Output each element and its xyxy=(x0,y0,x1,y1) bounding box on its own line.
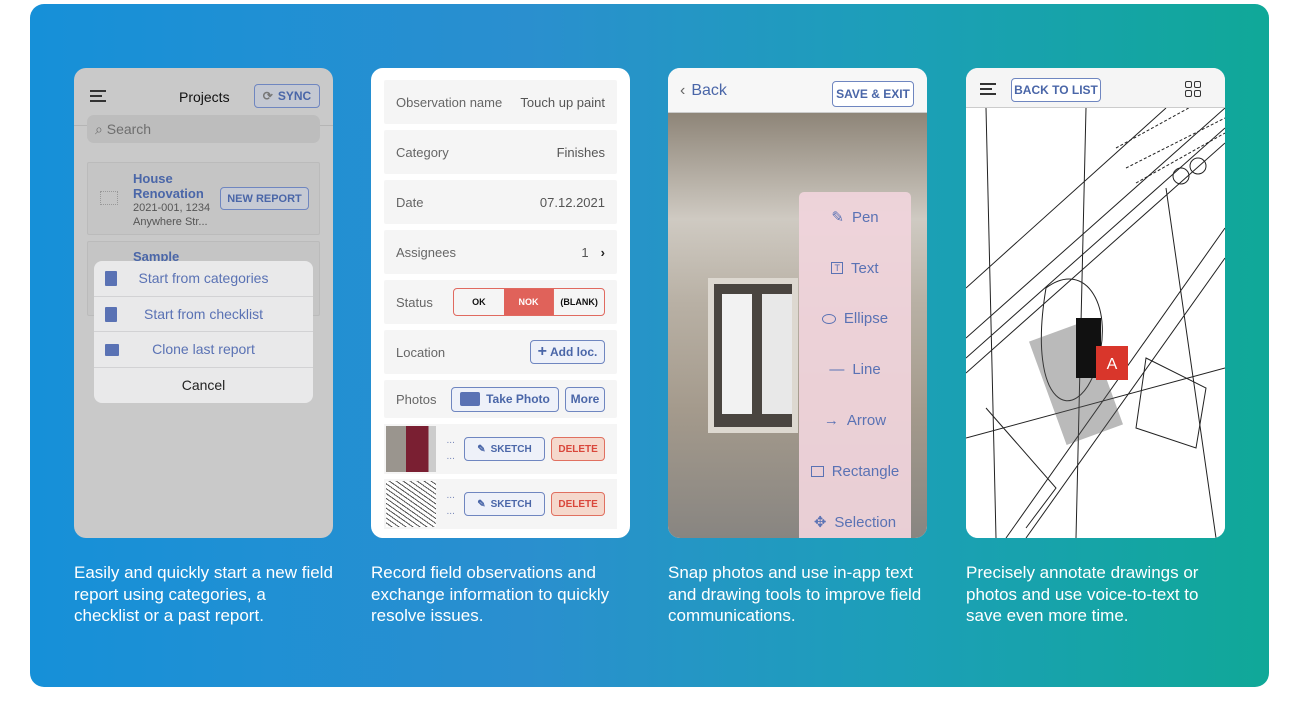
header: ‹ Back SAVE & EXIT xyxy=(668,68,927,113)
clone-last-report[interactable]: Clone last report xyxy=(94,332,313,368)
drawing-viewer: BACK TO LIST A xyxy=(966,68,1225,538)
checklist-icon xyxy=(105,306,117,322)
delete-button[interactable]: DELETE xyxy=(551,492,605,516)
menu-icon[interactable] xyxy=(980,83,996,95)
photo-item: ...... ✎ SKETCH DELETE xyxy=(384,479,617,529)
marker-icon: ✎ xyxy=(477,498,486,510)
tool-arrow[interactable]: → Arrow xyxy=(799,395,911,446)
photo-thumbnail[interactable] xyxy=(386,426,436,472)
photo-item: ...... ✎ SKETCH DELETE xyxy=(384,424,617,474)
header: BACK TO LIST xyxy=(966,68,1225,108)
sketch-button[interactable]: ✎ SKETCH xyxy=(463,437,546,461)
take-photo-button[interactable]: Take Photo xyxy=(451,386,559,412)
tool-selection[interactable]: ✥ Selection xyxy=(799,497,911,538)
annotation-marker[interactable]: A xyxy=(1107,356,1118,373)
sketch-button[interactable]: ✎ SKETCH xyxy=(463,492,546,516)
search-icon: ⌕ xyxy=(95,121,107,137)
save-exit-button[interactable]: SAVE & EXIT xyxy=(832,81,914,107)
project-address: Anywhere Str... xyxy=(133,216,208,228)
start-from-checklist[interactable]: Start from checklist xyxy=(94,297,313,332)
menu-icon[interactable] xyxy=(90,90,106,102)
document-icon xyxy=(105,271,117,286)
status-ok[interactable]: OK xyxy=(454,289,504,315)
drawing-thumbnail[interactable] xyxy=(386,481,436,527)
status-toggle[interactable]: OK NOK (BLANK) xyxy=(453,288,605,316)
back-button[interactable]: ‹ Back xyxy=(680,82,727,100)
plus-icon: + xyxy=(537,343,547,360)
more-button[interactable]: More xyxy=(565,386,605,412)
move-icon: ✥ xyxy=(813,514,827,532)
photo-editor: ‹ Back SAVE & EXIT ✎ Pen T Text Ellipse — Li… xyxy=(668,68,927,538)
cancel-button[interactable]: Cancel xyxy=(94,368,313,404)
status-nok[interactable]: NOK xyxy=(503,289,554,315)
field-date[interactable]: Date 07.12.2021 xyxy=(384,180,617,224)
action-sheet: Start from categories Start from checkli… xyxy=(94,261,313,403)
sync-icon: ⟳ xyxy=(262,89,273,103)
search-input[interactable]: ⌕ Search xyxy=(87,115,320,143)
tool-text[interactable]: T Text xyxy=(799,243,911,294)
delete-button[interactable]: DELETE xyxy=(551,437,605,461)
start-from-categories[interactable]: Start from categories xyxy=(94,261,313,297)
caption-2: Record field observations and exchange i… xyxy=(371,563,610,625)
pen-icon: ✎ xyxy=(831,209,844,227)
line-icon: — xyxy=(829,361,845,379)
caption-1: Easily and quickly start a new field rep… xyxy=(74,563,333,625)
building-icon xyxy=(100,191,118,205)
field-category[interactable]: Category Finishes xyxy=(384,130,617,174)
chevron-right-icon: › xyxy=(600,244,605,260)
project-card[interactable]: House Renovation 2021-001, 1234 Anywhere… xyxy=(87,162,320,235)
tool-line[interactable]: — Line xyxy=(799,344,911,395)
project-number: 2021-001, 1234 xyxy=(133,202,211,214)
field-observation-name[interactable]: Observation name Touch up paint xyxy=(384,80,617,124)
tool-rectangle[interactable]: Rectangle xyxy=(799,446,911,497)
clone-icon xyxy=(105,344,119,356)
caption-3: Snap photos and use in-app text and draw… xyxy=(668,563,922,625)
arrow-icon: → xyxy=(823,412,839,430)
tool-ellipse[interactable]: Ellipse xyxy=(799,294,911,345)
grid-icon[interactable] xyxy=(1185,81,1201,97)
rectangle-icon xyxy=(810,465,824,477)
drawing-tools-menu: ✎ Pen T Text Ellipse — Line → Arrow Rectangl… xyxy=(799,192,911,538)
field-location: Location + Add loc. xyxy=(384,330,617,374)
site-plan-drawing[interactable]: A xyxy=(966,108,1225,538)
sync-button[interactable]: ⟳ SYNC xyxy=(254,84,320,108)
field-status: Status OK NOK (BLANK) xyxy=(384,280,617,324)
project-name: House Renovation xyxy=(133,171,204,201)
page-title: Projects xyxy=(179,89,230,105)
observation-form: Observation name Touch up paint Category F… xyxy=(371,68,630,538)
camera-icon xyxy=(460,392,481,406)
add-location-button[interactable]: + Add loc. xyxy=(530,340,605,364)
back-to-list-button[interactable]: BACK TO LIST xyxy=(1011,78,1101,102)
tool-pen[interactable]: ✎ Pen xyxy=(799,192,911,243)
new-report-button[interactable]: NEW REPORT xyxy=(220,187,309,210)
field-photos: Photos Take Photo More xyxy=(384,380,617,418)
chevron-left-icon: ‹ xyxy=(680,82,686,99)
ellipse-icon xyxy=(821,313,836,324)
header: Projects ⟳ SYNC ⌕ Search xyxy=(74,68,333,143)
status-blank[interactable]: (BLANK) xyxy=(553,289,604,315)
text-icon: T xyxy=(831,262,843,275)
projects-screen: Projects ⟳ SYNC ⌕ Search House Renovation… xyxy=(74,68,333,538)
window xyxy=(708,278,798,433)
field-assignees[interactable]: Assignees 1 › xyxy=(384,230,617,274)
marker-icon: ✎ xyxy=(477,443,486,455)
caption-4: Precisely annotate drawings or photos an… xyxy=(966,563,1199,625)
